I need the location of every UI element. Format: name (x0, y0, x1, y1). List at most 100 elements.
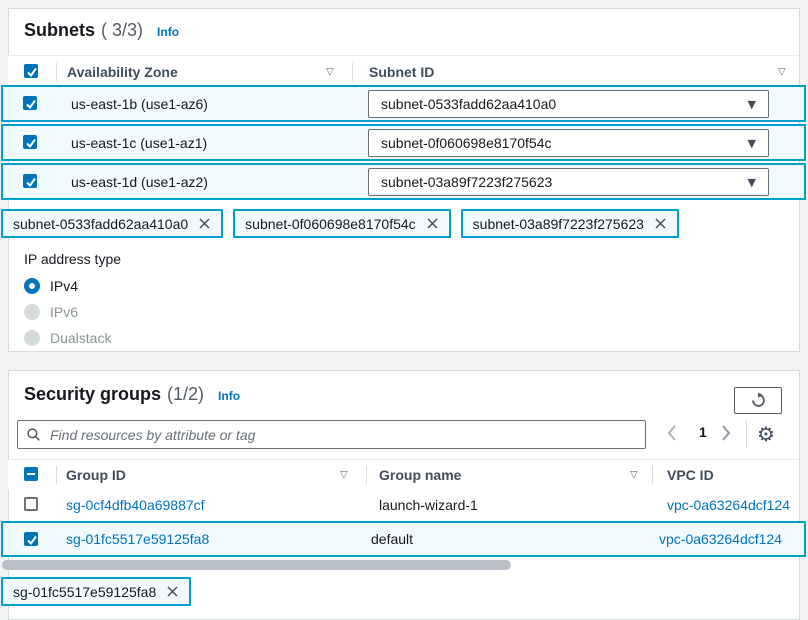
subnets-panel: Subnets ( 3/3) Info Availability Zone ▽ Su… (8, 8, 800, 352)
vpc-id-cell[interactable]: vpc-0a63264dcf124 (659, 531, 782, 547)
select-all-groups-checkbox[interactable] (24, 467, 38, 481)
column-divider (352, 63, 353, 81)
column-header-availability-zone[interactable]: Availability Zone (67, 64, 178, 80)
column-divider (56, 466, 57, 484)
token-label: subnet-0533fadd62aa410a0 (13, 216, 188, 232)
group-name-cell: default (371, 531, 413, 547)
check-icon (25, 176, 37, 188)
token-dismiss-button[interactable] (166, 585, 179, 598)
preferences-button[interactable]: ⚙ (757, 424, 775, 444)
close-icon (654, 217, 667, 230)
refresh-icon (750, 392, 767, 409)
horizontal-scrollbar[interactable] (2, 560, 511, 570)
indeterminate-icon (27, 473, 35, 475)
toolbar-divider (746, 421, 747, 447)
group-id-cell[interactable]: sg-0cf4dfb40a69887cf (66, 497, 205, 513)
ip-address-type-label: IP address type (24, 251, 121, 267)
chevron-right-icon (721, 424, 731, 442)
token-label: sg-01fc5517e59125fa8 (13, 584, 156, 600)
subnet-id-select[interactable]: subnet-0533fadd62aa410a0 ▼ (368, 90, 769, 118)
column-header-group-name[interactable]: Group name (379, 467, 461, 483)
subnet-row[interactable]: us-east-1c (use1-az1) subnet-0f060698e81… (1, 124, 806, 161)
token-dismiss-button[interactable] (426, 217, 439, 230)
subnet-id-select-value: subnet-0f060698e8170f54c (381, 135, 551, 151)
security-group-row[interactable]: sg-01fc5517e59125fa8 default vpc-0a63264… (1, 521, 806, 557)
refresh-button[interactable] (734, 387, 782, 414)
chevron-down-icon: ▼ (748, 137, 756, 150)
subnet-row-checkbox[interactable] (23, 135, 37, 149)
radio-dualstack: Dualstack (24, 328, 111, 348)
subnets-info-link[interactable]: Info (157, 25, 179, 39)
token-dismiss-button[interactable] (198, 217, 211, 230)
security-groups-counter: (1/2) (167, 384, 204, 404)
close-icon (198, 217, 211, 230)
next-page-button[interactable] (721, 424, 731, 442)
page-number[interactable]: 1 (699, 424, 707, 440)
subnet-row-checkbox[interactable] (23, 96, 37, 110)
subnet-id-select[interactable]: subnet-03a89f7223f275623 ▼ (368, 168, 769, 196)
security-groups-info-link[interactable]: Info (218, 389, 240, 403)
search-icon (26, 427, 41, 442)
column-header-subnet-id[interactable]: Subnet ID (369, 64, 434, 80)
subnets-table-header: Availability Zone ▽ Subnet ID ▽ (8, 55, 799, 87)
close-icon (426, 217, 439, 230)
group-id-cell[interactable]: sg-01fc5517e59125fa8 (66, 531, 209, 547)
token-dismiss-button[interactable] (654, 217, 667, 230)
search-input[interactable] (48, 426, 637, 444)
subnet-row[interactable]: us-east-1d (use1-az2) subnet-03a89f7223f… (1, 163, 806, 200)
security-groups-panel: Security groups (1/2) Info 1 ⚙ Group ID ▽ … (8, 370, 800, 620)
subnet-token: subnet-03a89f7223f275623 (461, 209, 679, 238)
radio-ipv6: IPv6 (24, 302, 78, 322)
chevron-down-icon: ▼ (748, 98, 756, 111)
check-icon (25, 137, 37, 149)
radio-disabled-icon (24, 304, 40, 320)
security-groups-title: Security groups (1/2) Info (24, 384, 240, 405)
subnets-title-text: Subnets (24, 20, 95, 40)
column-header-vpc-id[interactable]: VPC ID (667, 467, 714, 483)
select-all-subnets-checkbox[interactable] (24, 64, 38, 78)
chevron-down-icon: ▼ (748, 176, 756, 189)
check-icon (26, 534, 38, 546)
radio-label: IPv4 (50, 278, 78, 294)
chevron-left-icon (667, 424, 677, 442)
subnet-token: subnet-0533fadd62aa410a0 (1, 209, 223, 238)
subnet-id-select[interactable]: subnet-0f060698e8170f54c ▼ (368, 129, 769, 157)
radio-ipv4[interactable]: IPv4 (24, 276, 78, 296)
page: { "colors": { "accent_blue": "#0073bb", … (0, 0, 808, 610)
security-groups-table-header: Group ID ▽ Group name ▽ VPC ID (8, 459, 799, 490)
gear-icon: ⚙ (757, 422, 775, 446)
availability-zone-cell: us-east-1c (use1-az1) (71, 135, 207, 151)
subnets-counter: ( 3/3) (101, 20, 143, 40)
check-icon (26, 66, 38, 78)
subnets-title: Subnets ( 3/3) Info (24, 20, 179, 41)
security-groups-title-text: Security groups (24, 384, 161, 404)
token-label: subnet-0f060698e8170f54c (245, 216, 415, 232)
group-row-checkbox[interactable] (24, 532, 38, 546)
column-header-group-id[interactable]: Group ID (66, 467, 126, 483)
security-group-row[interactable]: sg-0cf4dfb40a69887cf launch-wizard-1 vpc… (9, 488, 799, 521)
sort-icon[interactable]: ▽ (778, 66, 786, 77)
check-icon (25, 98, 37, 110)
column-divider (366, 466, 367, 484)
subnet-row[interactable]: us-east-1b (use1-az6) subnet-0533fadd62a… (1, 85, 806, 122)
sort-icon[interactable]: ▽ (340, 469, 348, 480)
radio-label: IPv6 (50, 304, 78, 320)
previous-page-button[interactable] (667, 424, 677, 442)
subnet-id-select-value: subnet-03a89f7223f275623 (381, 174, 552, 190)
group-name-cell: launch-wizard-1 (379, 497, 478, 513)
security-group-token: sg-01fc5517e59125fa8 (1, 577, 191, 606)
subnet-row-checkbox[interactable] (23, 174, 37, 188)
vpc-id-cell[interactable]: vpc-0a63264dcf124 (667, 497, 790, 513)
sort-icon[interactable]: ▽ (630, 469, 638, 480)
subnet-id-select-value: subnet-0533fadd62aa410a0 (381, 96, 556, 112)
column-divider (652, 466, 653, 484)
column-divider (56, 63, 57, 81)
radio-label: Dualstack (50, 330, 111, 346)
subnet-token: subnet-0f060698e8170f54c (233, 209, 450, 238)
radio-disabled-icon (24, 330, 40, 346)
availability-zone-cell: us-east-1d (use1-az2) (71, 174, 208, 190)
subnet-token-group: subnet-0533fadd62aa410a0 subnet-0f060698… (1, 209, 679, 238)
sort-icon[interactable]: ▽ (326, 66, 334, 77)
group-row-checkbox[interactable] (24, 497, 38, 511)
token-label: subnet-03a89f7223f275623 (473, 216, 644, 232)
